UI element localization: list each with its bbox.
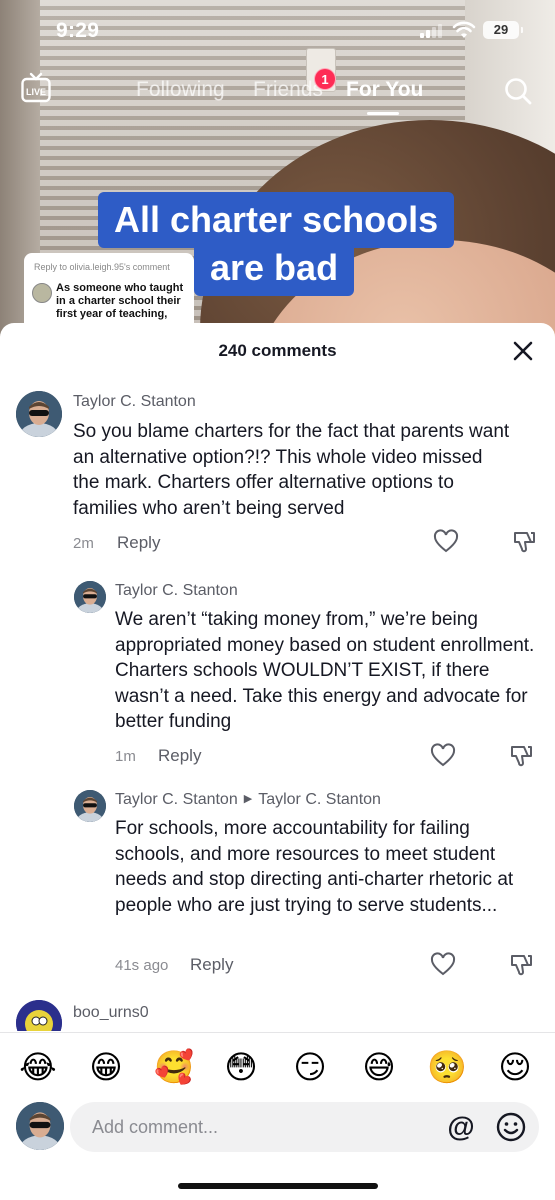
comment-text: So you blame charters for the fact that … <box>73 421 510 519</box>
video-caption: are bad <box>194 240 355 296</box>
emoji-smiling-hearts[interactable]: 🥰 <box>154 1047 194 1087</box>
reply-button[interactable]: Reply <box>190 955 233 975</box>
avatar[interactable] <box>74 790 106 822</box>
comment-author[interactable]: Taylor C. Stanton <box>73 393 196 411</box>
live-icon[interactable]: LIVE <box>20 72 52 104</box>
comment-reply: Taylor C. Stanton We aren’t “taking mone… <box>0 577 555 777</box>
status-bar: 9:29 29 <box>0 0 555 60</box>
emoji-relieved[interactable]: 😌 <box>495 1047 535 1087</box>
comment-time: 2m <box>73 535 94 552</box>
comment-text: We aren’t “taking money from,” we’re bei… <box>115 609 535 732</box>
reply-arrow-icon: ▶ <box>243 793 253 805</box>
emoji-grin[interactable]: 😁 <box>86 1047 126 1087</box>
comments-count: 240 comments <box>218 341 337 360</box>
avatar[interactable] <box>16 391 62 437</box>
tab-friends[interactable]: Friends <box>253 78 323 102</box>
tab-for-you[interactable]: For You <box>346 78 423 102</box>
reply-sticker-text: As someone who taught in a charter schoo… <box>56 282 184 320</box>
emoji-picker-icon[interactable] <box>495 1111 527 1143</box>
emoji-smirk[interactable]: 😏 <box>290 1047 330 1087</box>
search-icon[interactable] <box>503 76 533 106</box>
heart-icon[interactable] <box>430 952 456 978</box>
comment: Taylor C. Stanton So you blame charters … <box>0 385 555 565</box>
quick-emoji-bar: 😂 😁 🥰 😳 😏 😅 🥺 😌 <box>0 1032 555 1098</box>
dislike-icon[interactable] <box>508 952 534 978</box>
comment-input-row: @ <box>0 1098 555 1158</box>
comment-time: 41s ago <box>115 957 169 974</box>
reply-sticker-avatar <box>32 283 52 303</box>
reply-to-author[interactable]: Taylor C. Stanton <box>258 791 381 808</box>
emoji-sweat-smile[interactable]: 😅 <box>359 1047 399 1087</box>
active-tab-indicator <box>367 112 399 115</box>
comment-author-line: Taylor C. Stanton ▶ Taylor C. Stanton <box>115 791 381 809</box>
heart-icon[interactable] <box>430 743 456 769</box>
comment-author[interactable]: Taylor C. Stanton <box>115 791 238 808</box>
emoji-flushed[interactable]: 😳 <box>221 1047 261 1087</box>
wifi-icon <box>452 21 476 38</box>
cellular-signal-icon <box>420 24 446 38</box>
top-nav: LIVE Following Friends 1 For You <box>0 68 555 118</box>
dislike-icon[interactable] <box>508 743 534 769</box>
status-time: 9:29 <box>56 19 100 42</box>
comment-author[interactable]: boo_urns0 <box>73 1004 149 1022</box>
heart-icon[interactable] <box>433 529 459 555</box>
live-label: LIVE <box>26 87 46 97</box>
avatar[interactable] <box>74 581 106 613</box>
avatar[interactable] <box>16 1000 62 1031</box>
battery-icon: 29 <box>483 21 523 39</box>
my-avatar[interactable] <box>16 1102 64 1150</box>
reply-button[interactable]: Reply <box>158 746 201 766</box>
comment-reply: Taylor C. Stanton ▶ Taylor C. Stanton For … <box>0 786 555 986</box>
comment-text: For schools, more accountability for fai… <box>115 818 514 916</box>
tab-following[interactable]: Following <box>136 78 225 102</box>
comment: boo_urns0 <box>0 995 555 1031</box>
home-indicator <box>178 1183 378 1189</box>
reply-sticker-label: Reply to olivia.leigh.95's comment <box>34 262 170 272</box>
notification-badge: 1 <box>314 68 336 90</box>
dislike-icon[interactable] <box>511 529 537 555</box>
emoji-pleading[interactable]: 🥺 <box>427 1047 467 1087</box>
reply-button[interactable]: Reply <box>117 533 160 553</box>
comments-header: 240 comments <box>0 323 555 377</box>
emoji-tears-of-joy[interactable]: 😂 <box>18 1047 58 1087</box>
comment-time: 1m <box>115 748 136 765</box>
close-icon[interactable] <box>511 339 535 363</box>
comment-author[interactable]: Taylor C. Stanton <box>115 582 238 600</box>
mention-icon[interactable]: @ <box>445 1111 477 1143</box>
